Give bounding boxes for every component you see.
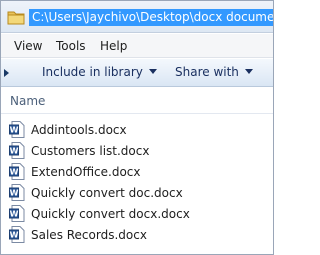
list-item[interactable]: W Customers list.docx: [7, 141, 247, 161]
include-in-library-button[interactable]: Include in library: [42, 65, 157, 79]
menu-bar: View Tools Help: [1, 34, 273, 58]
svg-text:W: W: [10, 210, 19, 219]
svg-text:W: W: [10, 126, 19, 135]
column-header: Name: [1, 88, 273, 114]
chevron-down-icon: [148, 69, 157, 74]
file-name: ExtendOffice.docx: [31, 165, 141, 179]
list-item[interactable]: W Quickly convert docx.docx: [7, 204, 247, 224]
folder-icon: [7, 11, 25, 25]
file-name: Sales Records.docx: [31, 228, 147, 242]
include-in-library-label: Include in library: [42, 65, 143, 79]
column-name-header[interactable]: Name: [10, 94, 45, 108]
file-name: Quickly convert doc.docx: [31, 186, 183, 200]
word-doc-icon: W: [9, 121, 25, 138]
chevron-down-icon: [244, 69, 253, 74]
list-item[interactable]: W ExtendOffice.docx: [7, 162, 247, 182]
list-item[interactable]: W Quickly convert doc.docx: [7, 183, 247, 203]
list-item[interactable]: W Sales Records.docx: [7, 225, 247, 245]
more-commands-arrow-icon[interactable]: [4, 69, 9, 77]
menu-tools[interactable]: Tools: [56, 39, 86, 53]
word-doc-icon: W: [9, 226, 25, 243]
word-doc-icon: W: [9, 163, 25, 180]
address-bar[interactable]: C:\Users\Jaychivo\Desktop\docx documents: [1, 1, 273, 33]
word-doc-icon: W: [9, 142, 25, 159]
file-name: Addintools.docx: [31, 123, 127, 137]
address-path[interactable]: C:\Users\Jaychivo\Desktop\docx documents: [29, 9, 273, 26]
share-with-label: Share with: [175, 65, 239, 79]
svg-text:W: W: [10, 231, 19, 240]
menu-help[interactable]: Help: [100, 39, 127, 53]
file-name: Quickly convert docx.docx: [31, 207, 190, 221]
svg-text:W: W: [10, 189, 19, 198]
command-bar: Include in library Share with: [1, 59, 273, 87]
word-doc-icon: W: [9, 184, 25, 201]
list-item[interactable]: W Addintools.docx: [7, 120, 247, 140]
file-name: Customers list.docx: [31, 144, 150, 158]
share-with-button[interactable]: Share with: [175, 65, 253, 79]
svg-text:W: W: [10, 147, 19, 156]
word-doc-icon: W: [9, 205, 25, 222]
svg-text:W: W: [10, 168, 19, 177]
menu-view[interactable]: View: [14, 39, 42, 53]
explorer-window: C:\Users\Jaychivo\Desktop\docx documents…: [0, 0, 274, 255]
